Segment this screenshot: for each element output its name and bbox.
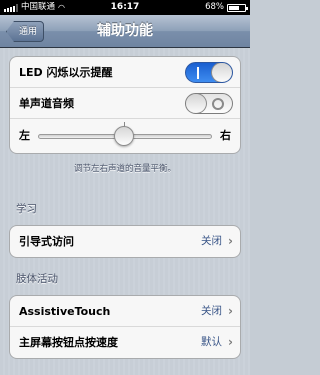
toggle-knob [211, 63, 232, 82]
chevron-right-icon: › [228, 304, 233, 318]
mono-audio-toggle[interactable] [185, 93, 233, 114]
guided-access-label: 引导式访问 [19, 235, 74, 248]
mono-audio-label: 单声道音频 [19, 97, 74, 110]
battery-percent: 68% [205, 2, 224, 12]
mono-audio-row: 单声道音频 [10, 88, 240, 119]
guided-access-value: 关闭 [201, 235, 222, 247]
balance-slider-row: 左 右 [10, 119, 240, 153]
learning-section-header: 学习 [16, 203, 37, 215]
led-flash-row: LED 闪烁以示提醒 [10, 57, 240, 88]
balance-right-label: 右 [220, 129, 231, 142]
navigation-bar: 辅助功能 通用 [0, 15, 250, 48]
led-flash-label: LED 闪烁以示提醒 [19, 66, 113, 79]
chevron-right-icon: › [228, 234, 233, 248]
hearing-settings-group: LED 闪烁以示提醒 单声道音频 左 右 [9, 56, 241, 154]
toggle-on-icon [197, 67, 199, 79]
status-bar: 中国联通 ◠ 16:17 68% [0, 0, 250, 15]
guided-access-row[interactable]: 引导式访问 关闭 › [10, 226, 240, 257]
assistive-touch-value: 关闭 [201, 305, 222, 317]
toggle-off-icon [212, 98, 224, 110]
led-flash-toggle[interactable] [185, 62, 233, 83]
chevron-right-icon: › [228, 335, 233, 349]
home-click-speed-label: 主屏幕按钮点按速度 [19, 336, 118, 349]
assistive-touch-label: AssistiveTouch [19, 305, 111, 318]
physical-section-header: 肢体活动 [16, 273, 58, 285]
back-button[interactable]: 通用 [6, 21, 45, 42]
learning-settings-group: 引导式访问 关闭 › [9, 225, 241, 258]
status-right: 68% [205, 0, 248, 15]
battery-icon [227, 3, 248, 12]
assistive-touch-row[interactable]: AssistiveTouch 关闭 › [10, 296, 240, 327]
toggle-knob [186, 94, 207, 113]
home-click-speed-row[interactable]: 主屏幕按钮点按速度 默认 › [10, 327, 240, 358]
balance-slider-thumb[interactable] [114, 126, 134, 146]
home-click-speed-value: 默认 [201, 336, 222, 348]
balance-left-label: 左 [19, 129, 30, 142]
physical-settings-group: AssistiveTouch 关闭 › 主屏幕按钮点按速度 默认 › [9, 295, 241, 359]
balance-note: 调节左右声道的音量平衡。 [73, 164, 176, 174]
